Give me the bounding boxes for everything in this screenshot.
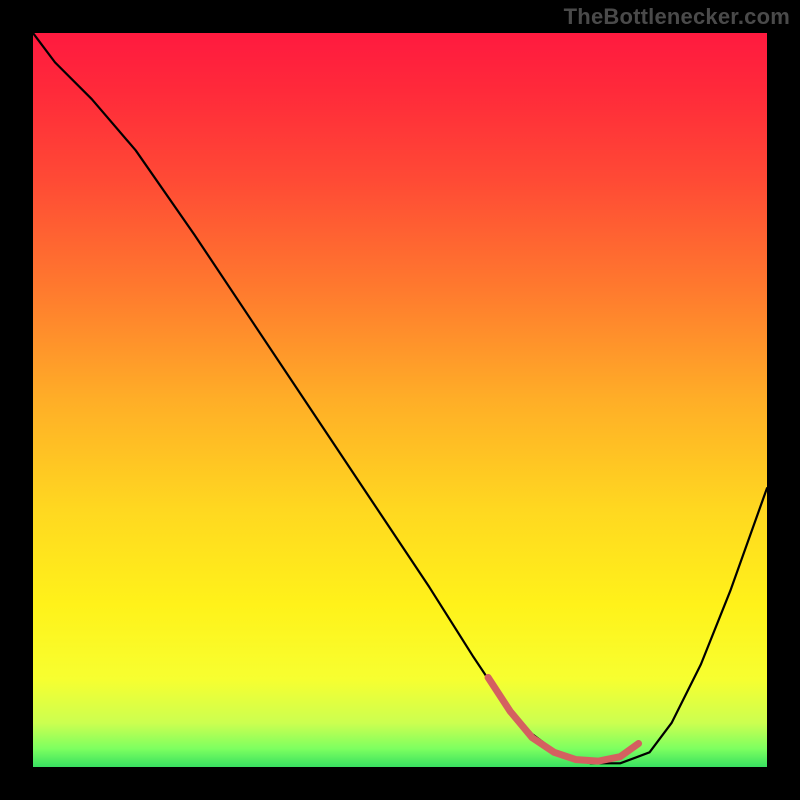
chart-frame: TheBottlenecker.com [0,0,800,800]
gradient-background [33,33,767,767]
chart-svg [33,33,767,767]
plot-area [33,33,767,767]
watermark-text: TheBottlenecker.com [564,4,790,30]
